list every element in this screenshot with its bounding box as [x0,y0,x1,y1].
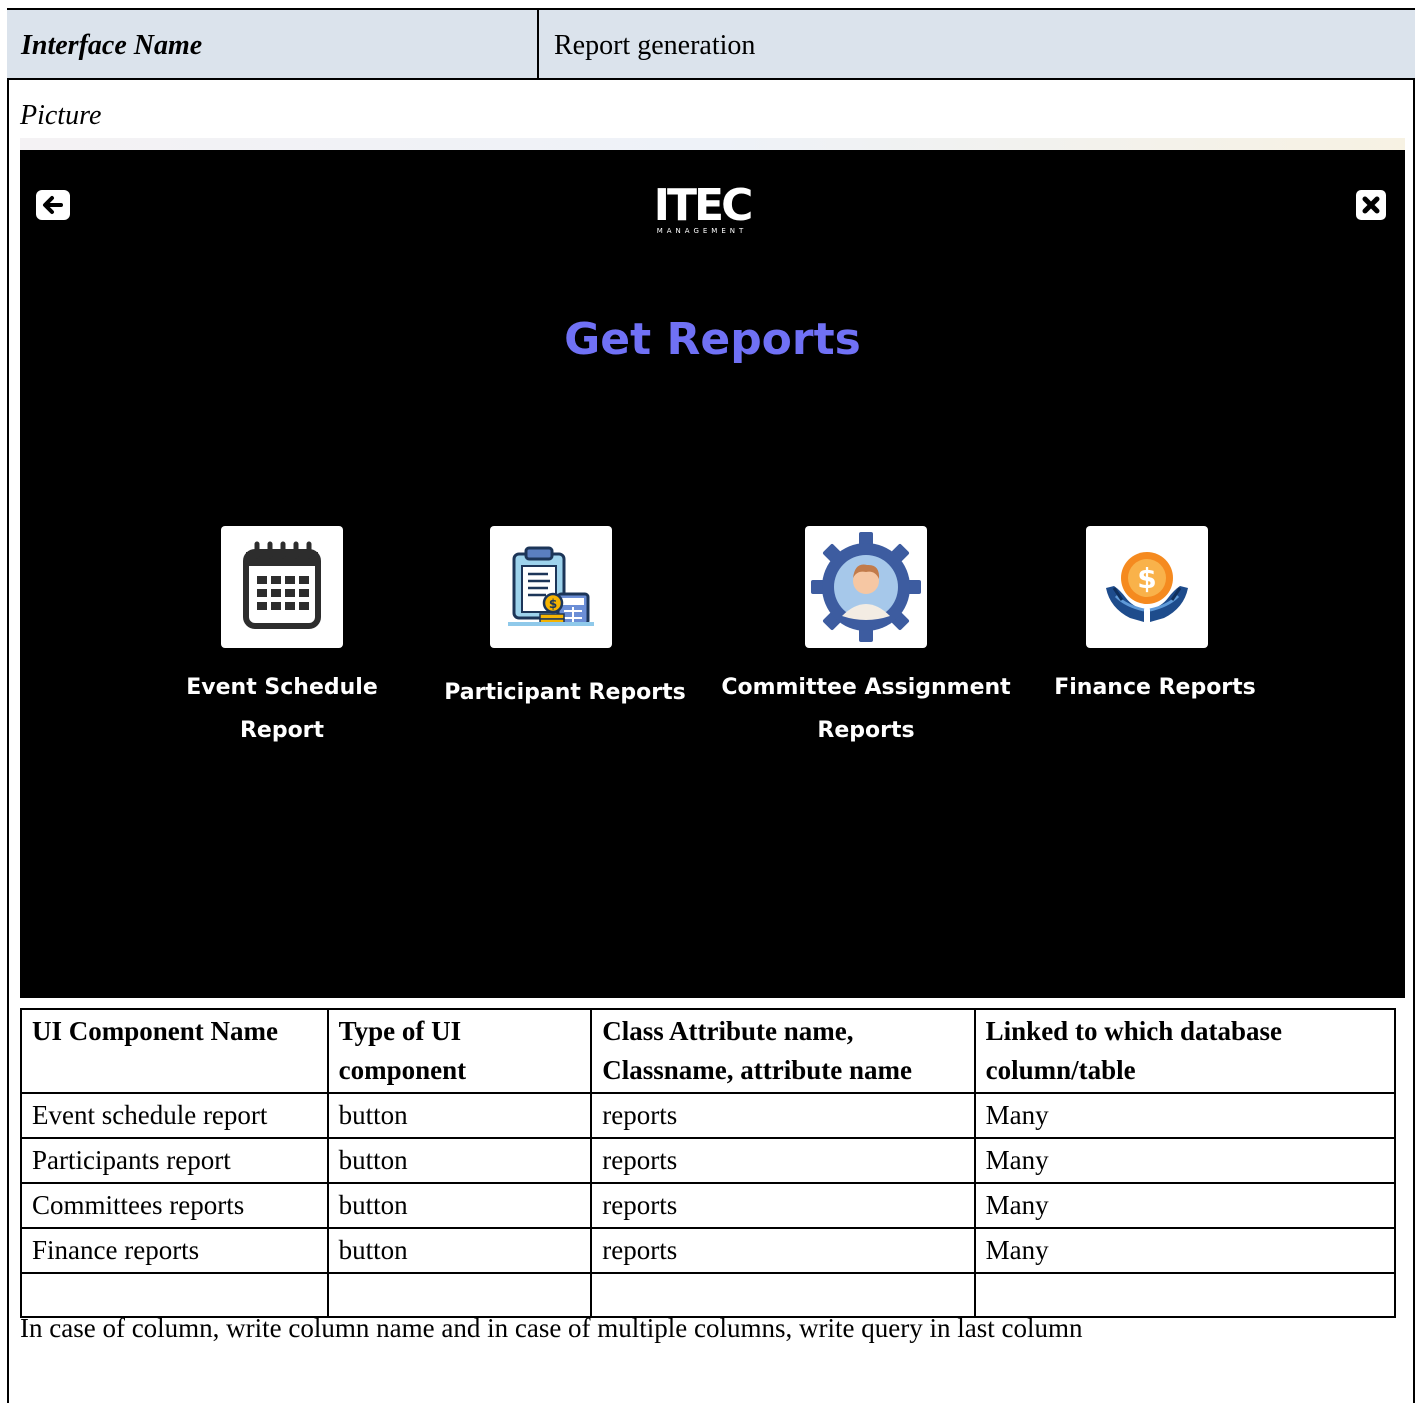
close-button[interactable] [1356,190,1386,220]
table-row: Event schedule report button reports Man… [20,1092,1397,1139]
table-cell: Event schedule report [20,1092,329,1139]
card-label-line: Report [239,718,325,743]
table-header-cell: Class Attribute name, Classname, attribu… [590,1008,976,1094]
table-header-cell: Type of UI component [326,1008,593,1094]
table-cell: Committees reports [20,1182,329,1229]
table-row: Participants report button reports Many [20,1137,1397,1184]
event-schedule-label[interactable]: Event Schedule Report [162,666,402,752]
card-label-line: Event Schedule [186,675,378,700]
committee-assignment-reports-button[interactable] [805,526,927,648]
participant-reports-label[interactable]: Participant Reports [430,671,700,714]
card-label-line: Finance Reports [1054,675,1256,700]
card-label-line: Participant Reports [444,680,686,705]
back-button[interactable] [36,190,70,220]
event-schedule-report-button[interactable] [221,526,343,648]
picture-label: Picture [20,100,102,131]
table-cell: button [326,1227,593,1274]
table-cell: reports [590,1092,976,1139]
arrow-left-icon [43,196,63,214]
table-row: Committees reports button reports Many [20,1182,1397,1229]
card-label-line: Committee Assignment [721,675,1011,700]
table-header-row: UI Component Name Type of UI component C… [20,1008,1397,1094]
table-cell: Finance reports [20,1227,329,1274]
finance-reports-button[interactable]: $ [1086,526,1208,648]
ui-components-table: UI Component Name Type of UI component C… [20,1008,1397,1318]
table-cell: Participants report [20,1137,329,1184]
frame-border-right [1413,8,1415,1403]
table-cell: reports [590,1137,976,1184]
interface-header-row: Interface Name Report generation [7,8,1415,80]
interface-name-label: Interface Name [21,30,203,61]
committee-assignment-label[interactable]: Committee Assignment Reports [710,666,1022,752]
table-row: Finance reports button reports Many [20,1227,1397,1274]
table-cell: button [326,1182,593,1229]
table-cell: button [326,1137,593,1184]
frame-border-left [7,8,9,1403]
table-cell: Many [973,1137,1397,1184]
table-cell [590,1272,976,1318]
table-cell: reports [590,1182,976,1229]
logo-main-text: ITEC [653,180,754,231]
table-cell [326,1272,593,1318]
svg-text:$: $ [549,597,557,611]
table-cell: Many [973,1092,1397,1139]
table-cell: button [326,1092,593,1139]
table-header-cell: UI Component Name [20,1008,329,1094]
participant-reports-button[interactable]: $ [490,526,612,648]
table-footnote: In case of column, write column name and… [20,1313,1083,1343]
logo-sub-text: MANAGEMENT [656,227,748,235]
table-cell [973,1272,1397,1318]
table-header-cell: Linked to which database column/table [973,1008,1397,1094]
screenshot-top-strip [20,138,1405,150]
table-row-empty [20,1272,1397,1318]
table-cell: reports [590,1227,976,1274]
itec-logo: ITEC MANAGEMENT [632,180,772,236]
clipboard-calculator-icon: $ [508,546,594,626]
finance-reports-label[interactable]: Finance Reports [1030,666,1280,709]
app-screenshot: ITEC MANAGEMENT Get Reports Event Schedu… [20,138,1405,998]
table-cell [20,1272,329,1318]
close-x-icon [1362,196,1380,214]
calendar-icon [243,541,321,629]
interface-name-value: Report generation [554,30,756,61]
card-label-line: Reports [817,718,915,743]
page-heading: Get Reports [564,314,861,365]
svg-text:$: $ [1137,562,1156,595]
header-label-cell: Interface Name [7,10,539,78]
hands-coin-icon: $ [1106,552,1188,622]
table-cell: Many [973,1227,1397,1274]
person-gear-icon [811,532,921,642]
table-cell: Many [973,1182,1397,1229]
